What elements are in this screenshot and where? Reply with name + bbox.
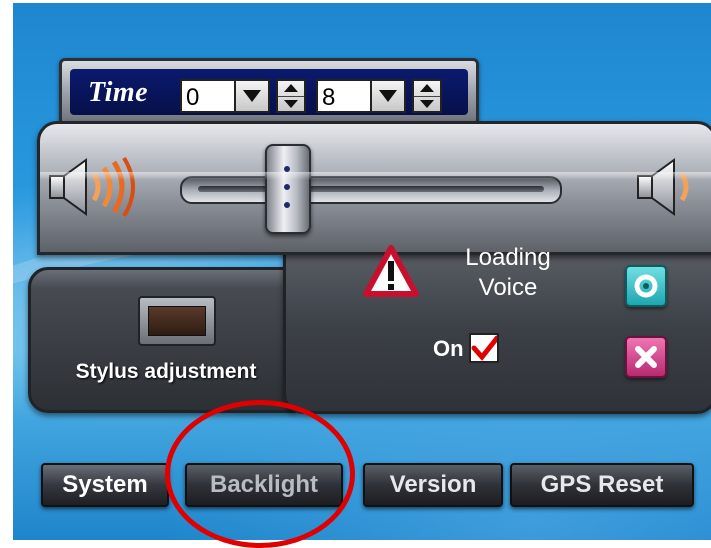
loading-voice-checkbox[interactable]	[469, 333, 499, 363]
loading-voice-line1: Loading	[465, 244, 551, 271]
volume-slider-track[interactable]	[180, 176, 562, 204]
hour-dropdown-button[interactable]	[234, 79, 270, 113]
chevron-up-icon	[284, 84, 298, 93]
tab-gps-reset[interactable]: GPS Reset	[510, 463, 694, 507]
settings-screen: Time 0 8 Stylus adjustment Loading Voice…	[13, 3, 711, 540]
stylus-panel: Stylus adjustment	[28, 267, 296, 413]
chevron-up-icon	[420, 84, 434, 93]
tab-version[interactable]: Version	[363, 463, 503, 507]
chevron-down-icon	[243, 90, 261, 102]
thumb-dot	[284, 184, 290, 190]
speaker-quiet-icon	[637, 158, 689, 216]
volume-slider-thumb[interactable]	[265, 144, 311, 234]
chevron-down-icon	[420, 99, 434, 108]
time-bar: Time 0 8	[59, 58, 479, 126]
stylus-adjustment-button[interactable]	[138, 296, 216, 346]
hour-stepper[interactable]	[276, 79, 306, 113]
thumb-dot	[284, 166, 290, 172]
loading-voice-label: Loading Voice	[443, 243, 573, 303]
hour-up-button[interactable]	[278, 81, 304, 97]
thumb-dot	[284, 202, 290, 208]
time-label: Time	[88, 77, 149, 108]
chevron-down-icon	[379, 90, 397, 102]
minute-up-button[interactable]	[414, 81, 440, 97]
volume-panel	[37, 121, 711, 255]
hour-down-button[interactable]	[278, 97, 304, 112]
hour-field[interactable]: 0	[180, 79, 236, 113]
tab-system[interactable]: System	[41, 463, 169, 507]
minute-dropdown-button[interactable]	[370, 79, 406, 113]
stylus-adjustment-label: Stylus adjustment	[75, 360, 257, 383]
close-icon	[635, 346, 657, 368]
tab-backlight[interactable]: Backlight	[185, 463, 343, 507]
minute-field[interactable]: 8	[316, 79, 372, 113]
warning-icon	[363, 245, 419, 297]
chevron-down-icon	[284, 99, 298, 108]
minute-stepper[interactable]	[412, 79, 442, 113]
minute-down-button[interactable]	[414, 97, 440, 112]
loading-voice-on-label: On	[433, 336, 464, 361]
ok-button[interactable]	[625, 265, 667, 307]
ok-icon	[634, 274, 658, 298]
time-bar-inner: Time 0 8	[70, 69, 468, 115]
loading-voice-line2: Voice	[478, 274, 538, 301]
checkmark-icon	[471, 335, 497, 361]
cancel-button[interactable]	[625, 336, 667, 378]
speaker-loud-icon	[49, 156, 135, 218]
